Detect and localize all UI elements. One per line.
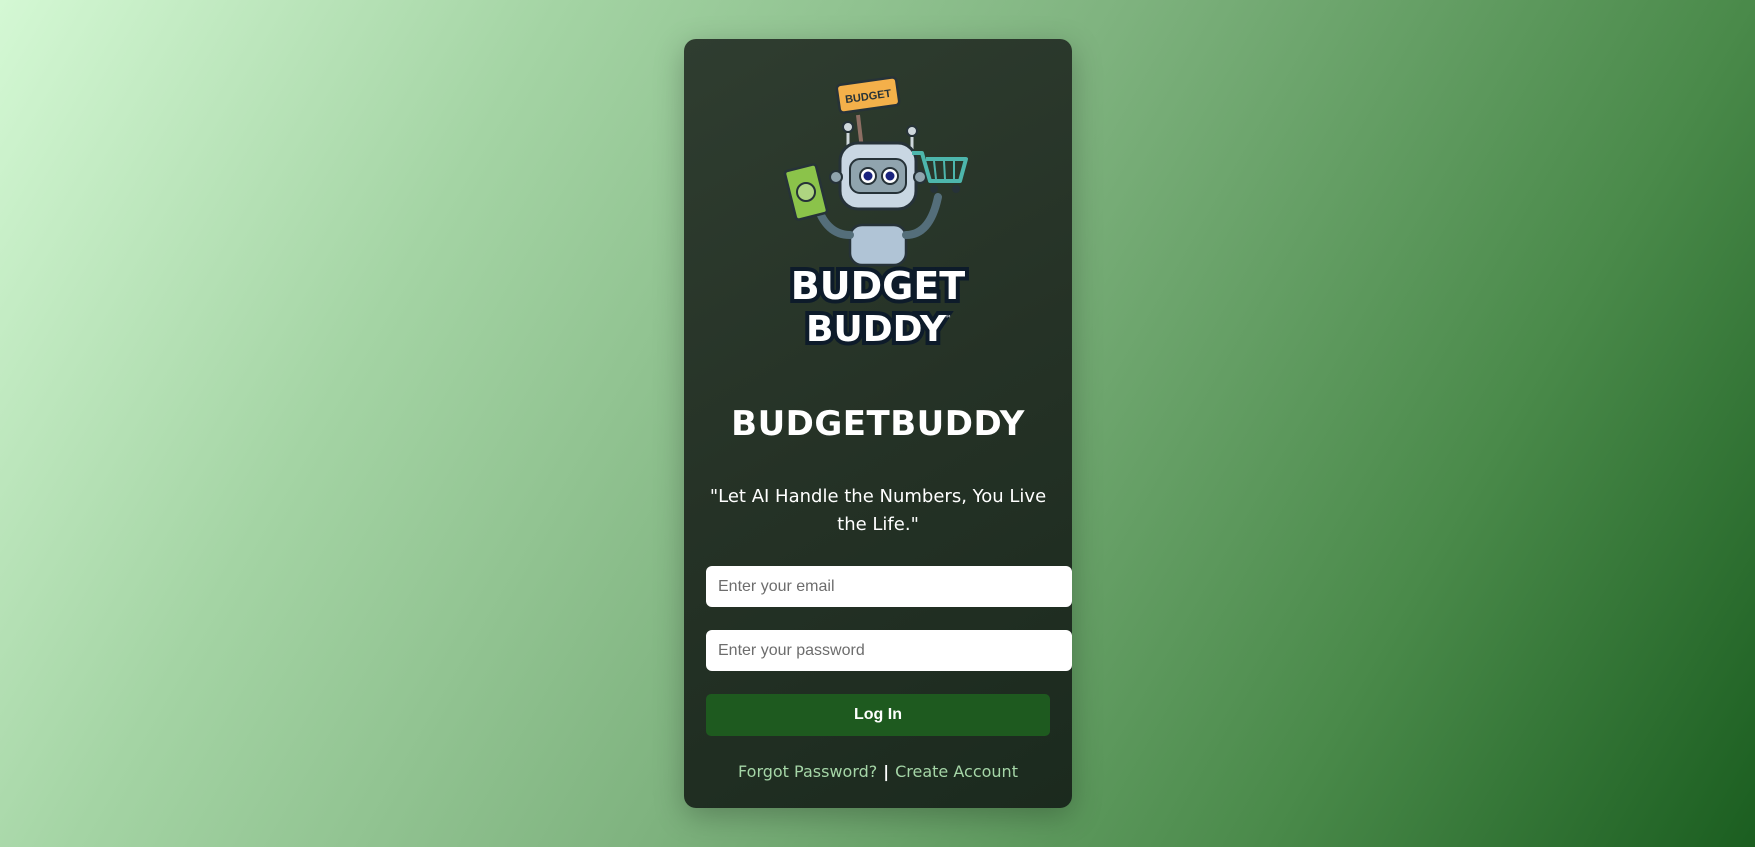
svg-text:™: ™ xyxy=(944,314,952,323)
link-separator: | xyxy=(883,762,890,781)
tagline: "Let AI Handle the Numbers, You Live the… xyxy=(709,486,1047,535)
budget-buddy-logo: BUDGET BUDGET BUDDY ™ xyxy=(783,76,969,347)
svg-text:BUDGET: BUDGET xyxy=(791,264,966,308)
email-input[interactable] xyxy=(706,566,1072,607)
account-links: Forgot Password? | Create Account xyxy=(684,762,1072,781)
password-input[interactable] xyxy=(706,630,1072,671)
app-title: BUDGETBUDDY xyxy=(731,404,1025,444)
login-card: BUDGET BUDGET BUDDY ™ BUDGETBUDDY "Let A… xyxy=(684,39,1072,808)
forgot-password-link[interactable]: Forgot Password? xyxy=(738,762,877,781)
login-button[interactable]: Log In xyxy=(706,694,1050,736)
create-account-link[interactable]: Create Account xyxy=(895,762,1018,781)
svg-text:BUDDY: BUDDY xyxy=(806,309,947,347)
